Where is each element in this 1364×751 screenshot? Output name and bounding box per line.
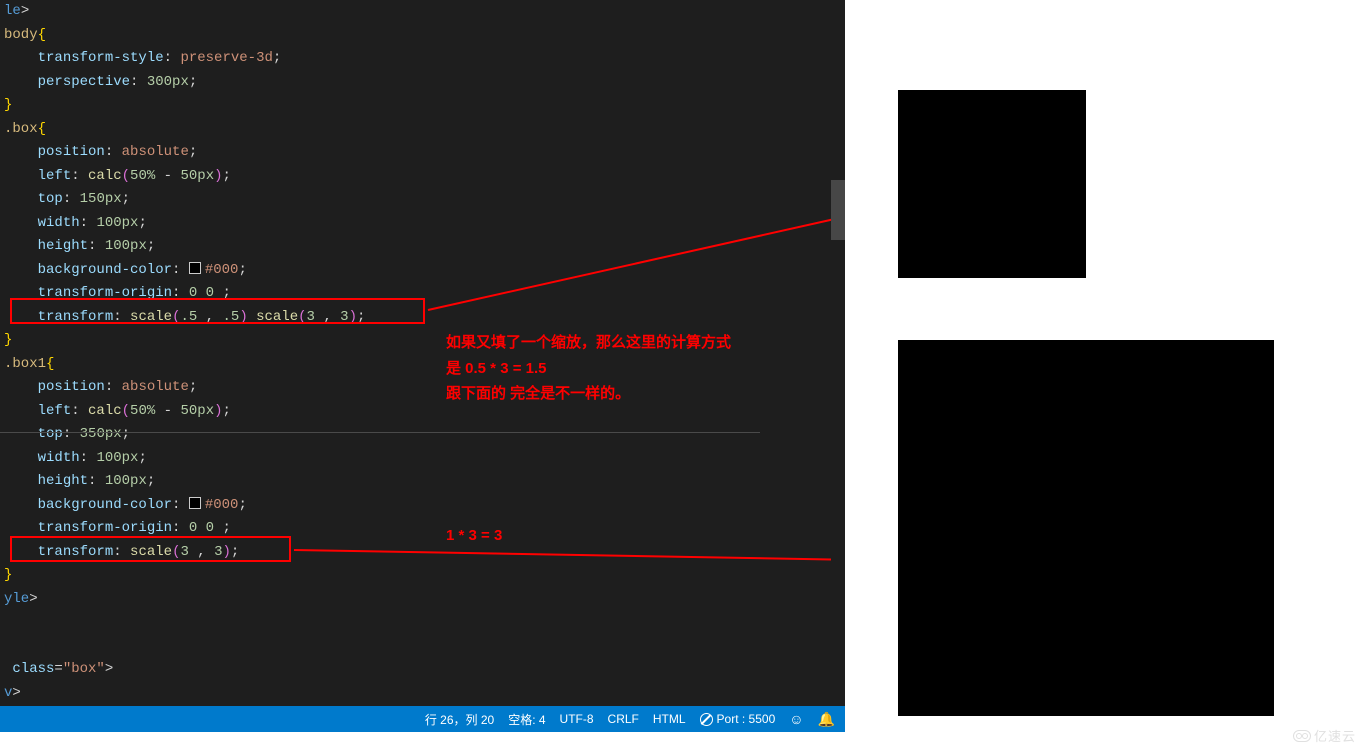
code-line[interactable]: height: 100px; [4,235,845,259]
code-line[interactable]: width: 100px; [4,212,845,236]
code-line[interactable]: } [4,329,845,353]
code-line[interactable]: v> [4,682,845,706]
status-language[interactable]: HTML [653,712,686,726]
browser-preview: 亿速云 [845,0,1364,751]
code-editor[interactable]: le>body{ transform-style: preserve-3d; p… [0,0,845,732]
ban-icon [700,713,713,726]
watermark-icon [1293,730,1311,742]
status-live-server[interactable]: Port : 5500 [700,712,776,726]
code-line[interactable]: top: 350px; [4,423,845,447]
code-line[interactable]: body{ [4,24,845,48]
watermark-text: 亿速云 [1314,726,1356,745]
editor-divider [0,432,760,433]
code-line[interactable]: } [4,564,845,588]
code-line[interactable]: .box1{ [4,353,845,377]
code-line[interactable]: position: absolute; [4,376,845,400]
code-line[interactable]: background-color: #000; [4,259,845,283]
status-eol[interactable]: CRLF [608,712,639,726]
code-line[interactable]: position: absolute; [4,141,845,165]
code-line[interactable]: width: 100px; [4,447,845,471]
color-swatch [189,262,201,274]
code-line[interactable]: left: calc(50% - 50px); [4,400,845,424]
code-line[interactable]: perspective: 300px; [4,71,845,95]
code-line[interactable]: transform: scale(3 , 3); [4,541,845,565]
status-spaces[interactable]: 空格: 4 [508,711,545,728]
code-line[interactable]: } [4,94,845,118]
status-encoding[interactable]: UTF-8 [560,712,594,726]
code-line[interactable]: transform-style: preserve-3d; [4,47,845,71]
watermark: 亿速云 [1293,726,1356,745]
code-line[interactable]: class="box"> [4,658,845,682]
code-line[interactable]: transform-origin: 0 0 ; [4,517,845,541]
editor-scrollbar-thumb[interactable] [831,180,845,240]
status-bar: 行 26，列 20 空格: 4 UTF-8 CRLF HTML Port : 5… [0,706,845,732]
code-line[interactable]: height: 100px; [4,470,845,494]
code-line[interactable]: .box{ [4,118,845,142]
code-line[interactable]: background-color: #000; [4,494,845,518]
status-line-col[interactable]: 行 26，列 20 [425,711,494,728]
color-swatch [189,497,201,509]
code-line[interactable] [4,635,845,659]
status-port-label: Port : 5500 [717,712,776,726]
code-line[interactable]: le> [4,0,845,24]
code-line[interactable]: yle> [4,588,845,612]
feedback-icon[interactable]: ☺ [789,711,803,727]
preview-box-scaled-3 [898,340,1274,716]
code-line[interactable]: transform-origin: 0 0 ; [4,282,845,306]
code-line[interactable]: top: 150px; [4,188,845,212]
code-line[interactable]: transform: scale(.5 , .5) scale(3 , 3); [4,306,845,330]
preview-box-scaled-1-5 [898,90,1086,278]
editor-scrollbar[interactable] [831,0,845,706]
code-line[interactable]: left: calc(50% - 50px); [4,165,845,189]
notifications-icon[interactable]: 🔔 [818,711,835,728]
code-line[interactable] [4,611,845,635]
